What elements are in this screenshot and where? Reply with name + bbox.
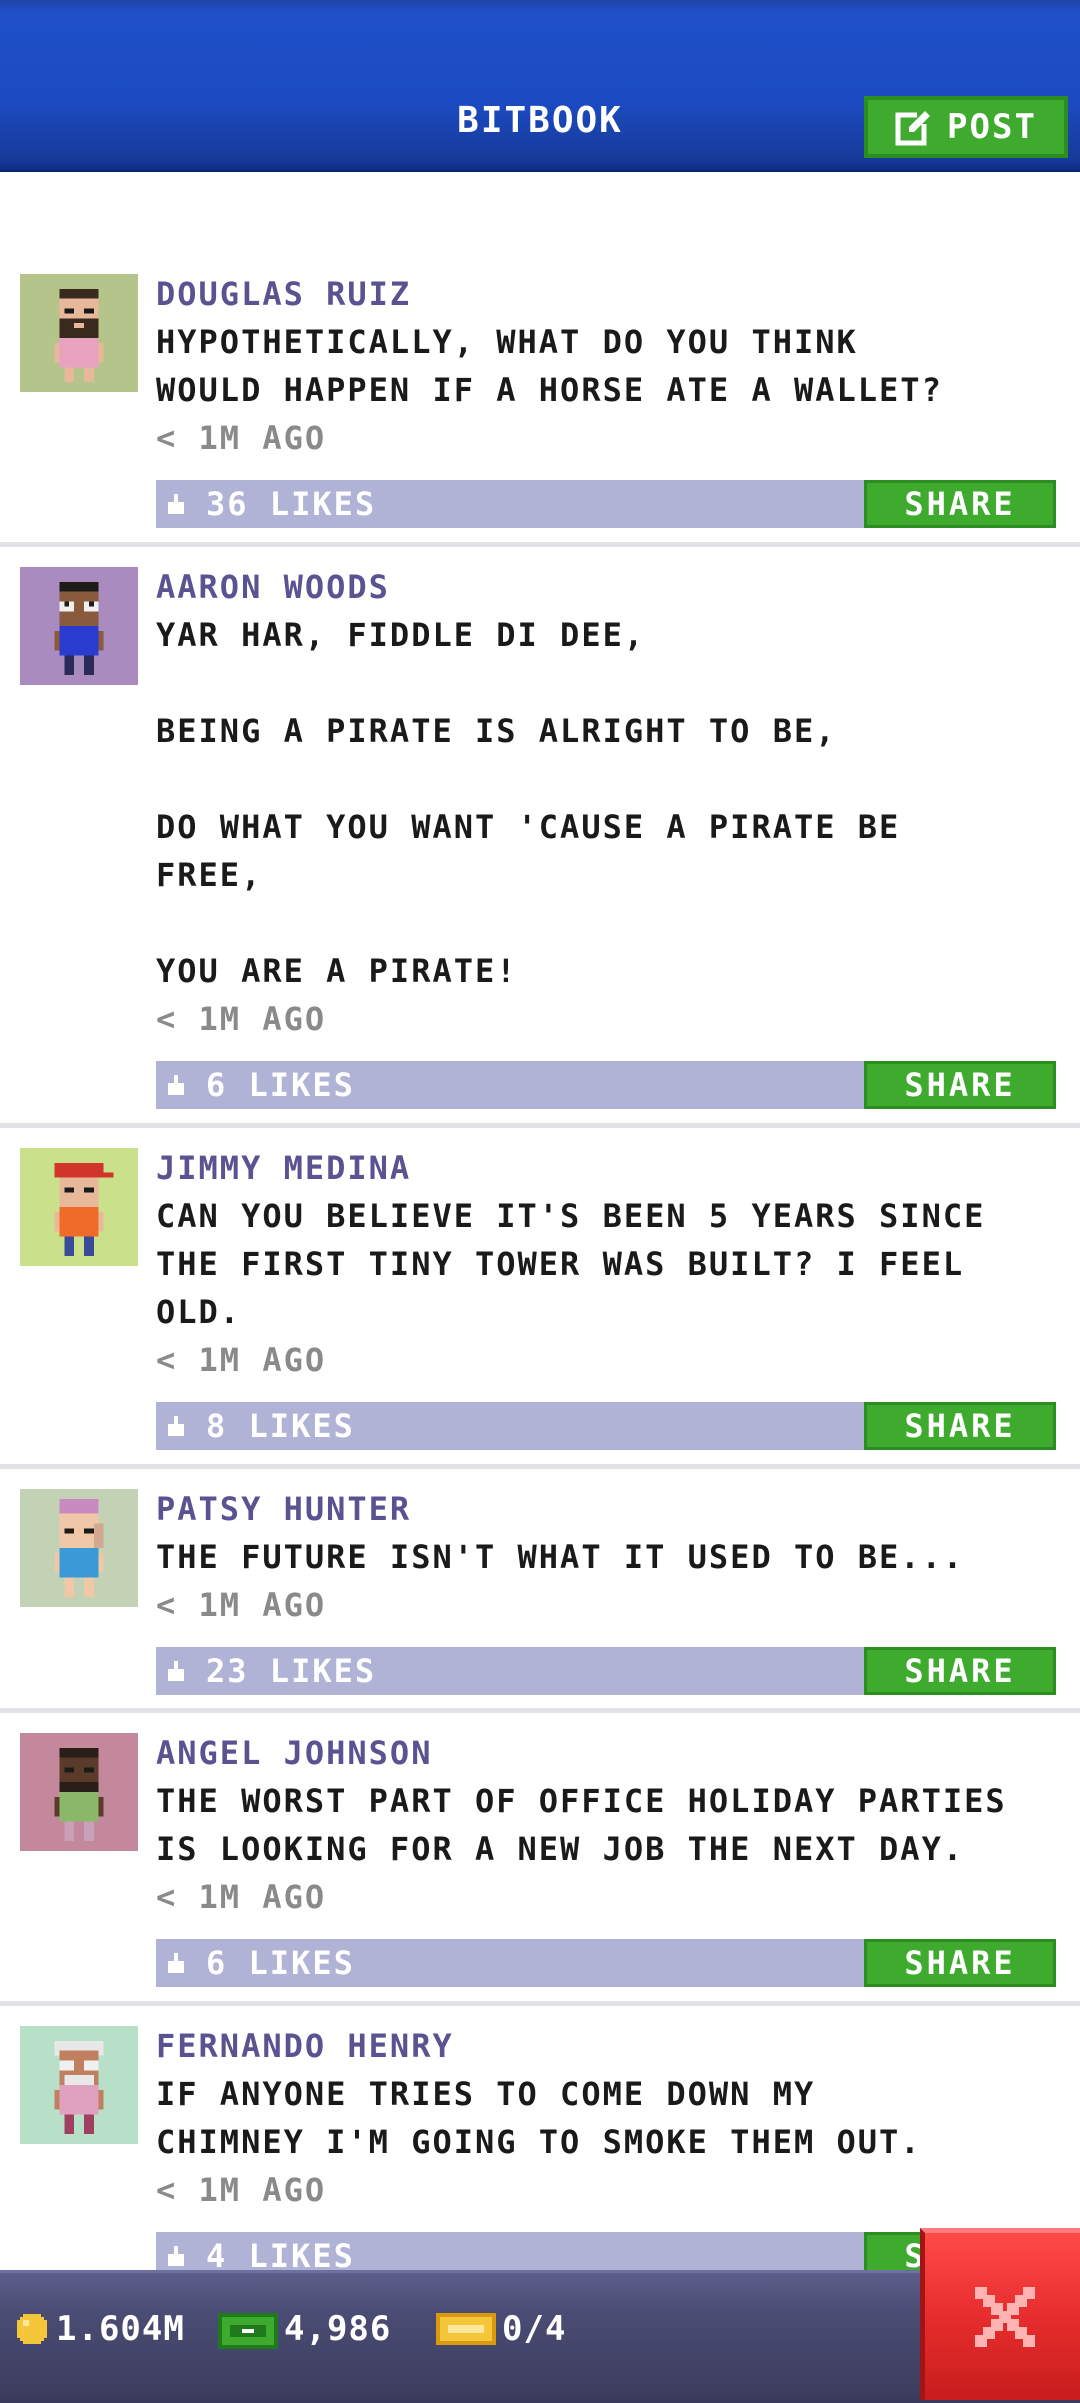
likes-count: 23 LIKES [206, 1652, 377, 1690]
post-author[interactable]: JIMMY MEDINA [156, 1144, 1066, 1192]
avatar[interactable] [20, 274, 138, 392]
post-author[interactable]: AARON WOODS [156, 563, 1066, 611]
post-divider [0, 1123, 1080, 1128]
bux-display: 4,986 [218, 2301, 391, 2357]
likes-bar: 6 LIKES SHARE [156, 1061, 1056, 1109]
tickets-value: 0/4 [502, 2309, 567, 2349]
post-divider [0, 1708, 1080, 1713]
coin-icon [17, 2314, 47, 2344]
likes-bar: 6 LIKES SHARE [156, 1939, 1056, 1987]
share-button[interactable]: SHARE [864, 1647, 1056, 1695]
share-button[interactable]: SHARE [864, 1939, 1056, 1987]
post-timestamp: < 1M AGO [156, 1586, 327, 1624]
post-message: CAN YOU BELIEVE IT'S BEEN 5 YEARS SINCE … [156, 1197, 986, 1331]
avatar[interactable] [20, 1489, 138, 1607]
compose-icon [895, 108, 934, 146]
thumbs-up-icon[interactable] [164, 2244, 188, 2268]
avatar[interactable] [20, 567, 138, 685]
likes-count: 4 LIKES [206, 2237, 355, 2270]
likes-count: 36 LIKES [206, 485, 377, 523]
thumbs-up-icon[interactable] [164, 1951, 188, 1975]
currency-bar: 1.604M 4,986 0/4 [0, 2270, 1080, 2403]
thumbs-up-icon[interactable] [164, 1659, 188, 1683]
post-button[interactable]: POST [864, 96, 1068, 158]
post-message: HYPOTHETICALLY, WHAT DO YOU THINK WOULD … [156, 323, 943, 409]
post-timestamp: < 1M AGO [156, 1878, 327, 1916]
post-timestamp: < 1M AGO [156, 1000, 327, 1038]
likes-bar: 23 LIKES SHARE [156, 1647, 1056, 1695]
close-icon [975, 2287, 1035, 2347]
post-author[interactable]: FERNANDO HENRY [156, 2022, 1066, 2070]
likes-count: 6 LIKES [206, 1066, 355, 1104]
post-divider [0, 1464, 1080, 1469]
close-button[interactable] [920, 2228, 1080, 2400]
post-message: IF ANYONE TRIES TO COME DOWN MY CHIMNEY … [156, 2075, 922, 2161]
thumbs-up-icon[interactable] [164, 1073, 188, 1097]
coins-display: 1.604M [14, 2301, 185, 2357]
post-message: THE FUTURE ISN'T WHAT IT USED TO BE... [156, 1538, 965, 1576]
likes-bar: 36 LIKES SHARE [156, 480, 1056, 528]
share-button[interactable]: SHARE [864, 1061, 1056, 1109]
post-divider [0, 542, 1080, 547]
post-message: YAR HAR, FIDDLE DI DEE, BEING A PIRATE I… [156, 616, 901, 990]
post-timestamp: < 1M AGO [156, 419, 327, 457]
likes-bar: 8 LIKES SHARE [156, 1402, 1056, 1450]
thumbs-up-icon[interactable] [164, 492, 188, 516]
share-button[interactable]: SHARE [864, 480, 1056, 528]
avatar[interactable] [20, 2026, 138, 2144]
post-timestamp: < 1M AGO [156, 1341, 327, 1379]
likes-count: 8 LIKES [206, 1407, 355, 1445]
share-button[interactable]: SHARE [864, 1402, 1056, 1450]
post-divider [0, 2001, 1080, 2006]
app-header: BITBOOK POST [0, 0, 1080, 172]
thumbs-up-icon[interactable] [164, 1414, 188, 1438]
post-author[interactable]: ANGEL JOHNSON [156, 1729, 1066, 1777]
likes-count: 6 LIKES [206, 1944, 355, 1982]
post-timestamp: < 1M AGO [156, 2171, 327, 2209]
ticket-icon [436, 2313, 496, 2345]
post-message: THE WORST PART OF OFFICE HOLIDAY PARTIES… [156, 1782, 1007, 1868]
coins-value: 1.604M [56, 2309, 185, 2349]
post-author[interactable]: DOUGLAS RUIZ [156, 270, 1066, 318]
bux-icon [218, 2313, 278, 2349]
bux-value: 4,986 [284, 2309, 392, 2349]
post-author[interactable]: PATSY HUNTER [156, 1485, 1066, 1533]
post-button-label: POST [947, 107, 1037, 147]
feed-list[interactable]: DOUGLAS RUIZ HYPOTHETICALLY, WHAT DO YOU… [0, 170, 1080, 2270]
avatar[interactable] [20, 1733, 138, 1851]
avatar[interactable] [20, 1148, 138, 1266]
tickets-display: 0/4 [436, 2301, 566, 2357]
